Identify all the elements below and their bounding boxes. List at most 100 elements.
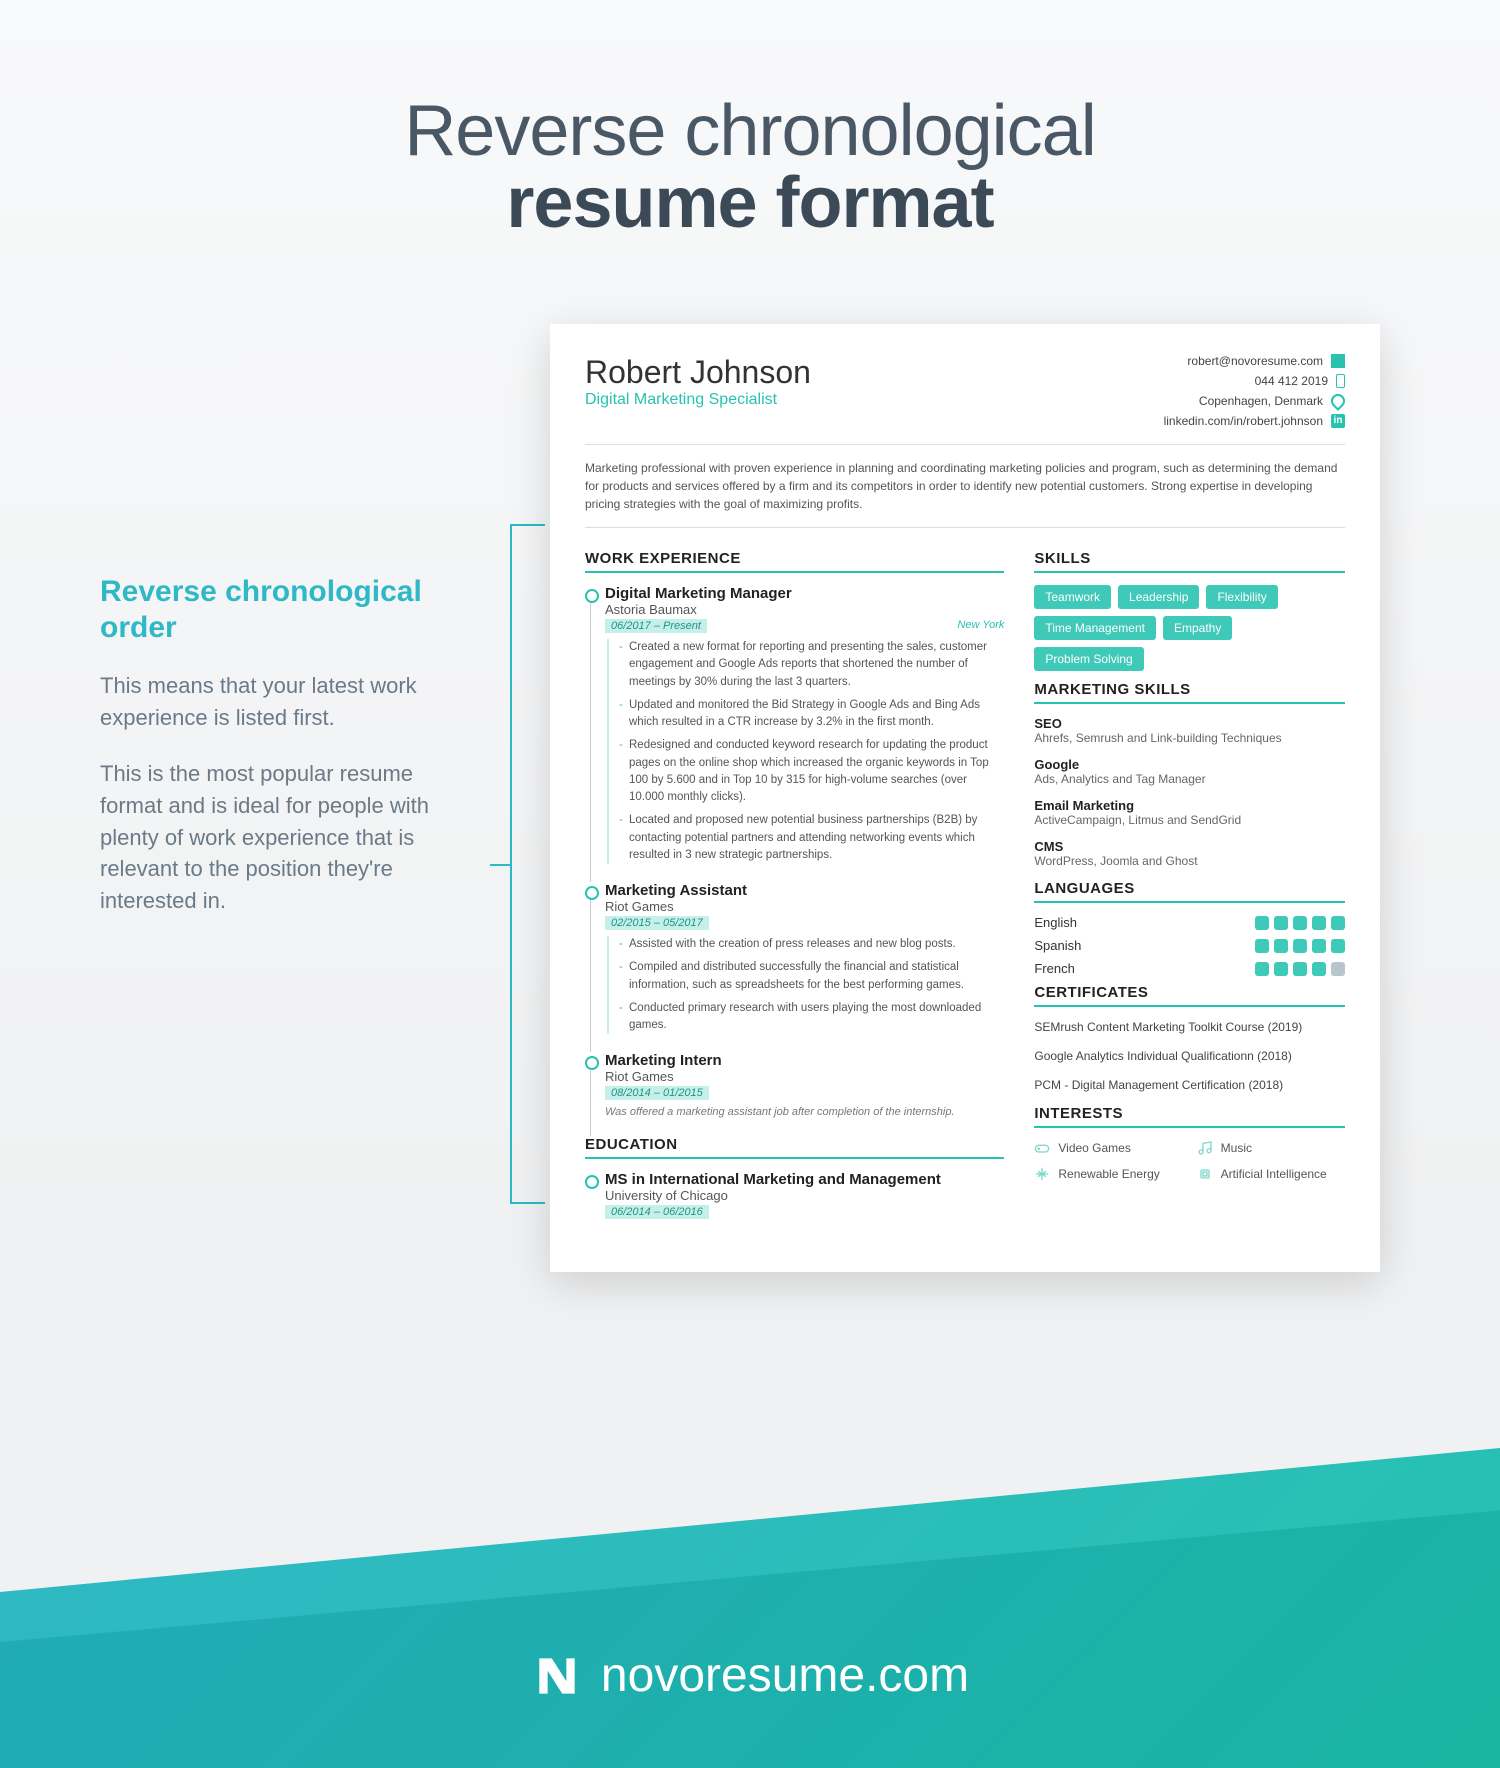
resume-role: Digital Marketing Specialist	[585, 391, 811, 409]
explainer-para-2: This is the most popular resume format a…	[100, 758, 470, 917]
level-dot	[1255, 916, 1269, 930]
level-dot	[1331, 939, 1345, 953]
novoresume-logo-icon	[531, 1650, 583, 1702]
location-pin-icon	[1331, 394, 1345, 408]
language-level-dots	[1255, 916, 1345, 930]
job-location: New York	[957, 619, 1004, 633]
skill-tag: Time Management	[1034, 616, 1156, 640]
linkedin-icon: in	[1331, 414, 1345, 428]
gamepad-icon	[1034, 1140, 1050, 1156]
resume-sample: Robert Johnson Digital Marketing Special…	[550, 324, 1380, 1272]
job-title: Marketing Assistant	[605, 882, 1004, 899]
edu-degree: MS in International Marketing and Manage…	[605, 1171, 1004, 1188]
skill-tags: Teamwork Leadership Flexibility Time Man…	[1034, 585, 1345, 671]
edu-school: University of Chicago	[605, 1188, 1004, 1203]
mkt-skill-name: Google	[1034, 757, 1345, 772]
level-dot	[1255, 962, 1269, 976]
interest-item: Artificial Intelligence	[1197, 1166, 1345, 1182]
level-dot	[1293, 939, 1307, 953]
job-entry: Marketing Assistant Riot Games 02/2015 –…	[585, 882, 1004, 1034]
job-entry: Digital Marketing Manager Astoria Baumax…	[585, 585, 1004, 864]
level-dot	[1312, 916, 1326, 930]
mkt-skill-name: CMS	[1034, 839, 1345, 854]
header-line-2: resume format	[0, 162, 1500, 244]
level-dot	[1274, 962, 1288, 976]
language-level-dots	[1255, 939, 1345, 953]
job-dates: 02/2015 – 05/2017	[605, 916, 709, 930]
level-dot	[1331, 962, 1345, 976]
job-bullet: Located and proposed new potential busin…	[619, 812, 1004, 864]
explainer-sidebar: Reverse chronological order This means t…	[100, 324, 500, 941]
plane-icon	[1034, 1166, 1050, 1182]
interest-item: Video Games	[1034, 1140, 1182, 1156]
job-title: Digital Marketing Manager	[605, 585, 1004, 602]
job-title: Marketing Intern	[605, 1052, 1004, 1069]
level-dot	[1274, 916, 1288, 930]
certificate-item: PCM - Digital Management Certification (…	[1034, 1077, 1345, 1094]
callout-bracket	[500, 324, 550, 1204]
section-education: EDUCATION	[585, 1136, 1004, 1159]
level-dot	[1293, 916, 1307, 930]
job-note: Was offered a marketing assistant job af…	[605, 1106, 1004, 1118]
resume-name: Robert Johnson	[585, 354, 811, 391]
level-dot	[1293, 962, 1307, 976]
mkt-skill-desc: WordPress, Joomla and Ghost	[1034, 854, 1345, 868]
skill-tag: Flexibility	[1206, 585, 1277, 609]
job-company: Riot Games	[605, 899, 1004, 914]
certificate-item: SEMrush Content Marketing Toolkit Course…	[1034, 1019, 1345, 1036]
explainer-para-1: This means that your latest work experie…	[100, 670, 470, 734]
edu-dates: 06/2014 – 06/2016	[605, 1205, 709, 1219]
job-company: Astoria Baumax	[605, 602, 1004, 617]
mail-icon	[1331, 354, 1345, 368]
job-company: Riot Games	[605, 1069, 1004, 1084]
page-header: Reverse chronological resume format	[0, 0, 1500, 244]
language-level-dots	[1255, 962, 1345, 976]
section-languages: LANGUAGES	[1034, 880, 1345, 903]
level-dot	[1312, 962, 1326, 976]
section-skills: SKILLS	[1034, 550, 1345, 573]
skill-tag: Leadership	[1118, 585, 1199, 609]
skill-tag: Teamwork	[1034, 585, 1111, 609]
footer-background	[0, 1448, 1500, 1768]
phone-icon	[1336, 374, 1345, 388]
certificate-item: Google Analytics Individual Qualificatio…	[1034, 1048, 1345, 1065]
job-bullet: Redesigned and conducted keyword researc…	[619, 737, 1004, 806]
language-row: English	[1034, 915, 1345, 930]
contact-email: robert@novoresume.com	[1187, 354, 1323, 368]
ai-chip-icon	[1197, 1166, 1213, 1182]
mkt-skill-desc: ActiveCampaign, Litmus and SendGrid	[1034, 813, 1345, 827]
section-work-experience: WORK EXPERIENCE	[585, 550, 1004, 573]
language-name: English	[1034, 915, 1077, 930]
skill-tag: Problem Solving	[1034, 647, 1143, 671]
section-interests: INTERESTS	[1034, 1105, 1345, 1128]
job-bullet: Conducted primary research with users pl…	[619, 1000, 1004, 1035]
section-certificates: CERTIFICATES	[1034, 984, 1345, 1007]
header-line-1: Reverse chronological	[0, 90, 1500, 172]
interest-item: Renewable Energy	[1034, 1166, 1182, 1182]
job-bullet: Updated and monitored the Bid Strategy i…	[619, 697, 1004, 732]
level-dot	[1312, 939, 1326, 953]
explainer-title: Reverse chronological order	[100, 574, 470, 646]
contact-list: robert@novoresume.com 044 412 2019 Copen…	[1164, 354, 1345, 434]
music-note-icon	[1197, 1140, 1213, 1156]
job-bullet: Created a new format for reporting and p…	[619, 639, 1004, 691]
skill-tag: Empathy	[1163, 616, 1232, 640]
job-bullet: Compiled and distributed successfully th…	[619, 959, 1004, 994]
job-dates: 08/2014 – 01/2015	[605, 1086, 709, 1100]
language-name: French	[1034, 961, 1074, 976]
resume-summary: Marketing professional with proven exper…	[585, 445, 1345, 528]
job-entry: Marketing Intern Riot Games 08/2014 – 01…	[585, 1052, 1004, 1118]
mkt-skill-desc: Ads, Analytics and Tag Manager	[1034, 772, 1345, 786]
level-dot	[1274, 939, 1288, 953]
mkt-skill-desc: Ahrefs, Semrush and Link-building Techni…	[1034, 731, 1345, 745]
level-dot	[1331, 916, 1345, 930]
mkt-skill-name: Email Marketing	[1034, 798, 1345, 813]
language-name: Spanish	[1034, 938, 1081, 953]
contact-linkedin: linkedin.com/in/robert.johnson	[1164, 414, 1323, 428]
education-entry: MS in International Marketing and Manage…	[585, 1171, 1004, 1219]
section-marketing-skills: MARKETING SKILLS	[1034, 681, 1345, 704]
job-dates: 06/2017 – Present	[605, 619, 707, 633]
language-row: Spanish	[1034, 938, 1345, 953]
language-row: French	[1034, 961, 1345, 976]
interest-item: Music	[1197, 1140, 1345, 1156]
